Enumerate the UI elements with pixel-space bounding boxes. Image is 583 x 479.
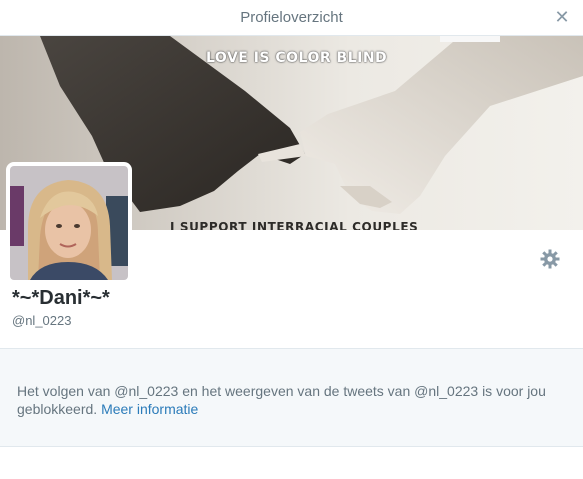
profile-display-name[interactable]: *~*Dani*~* (12, 287, 110, 310)
banner-caption: I SUPPORT INTERRACIAL COUPLES (170, 220, 419, 230)
close-icon[interactable]: ✕ (553, 6, 571, 28)
avatar[interactable] (6, 162, 132, 284)
dialog-header: Profieloverzicht ✕ (0, 0, 583, 36)
gear-icon[interactable] (540, 249, 560, 269)
blocked-message: Het volgen van @nl_0223 en het weergeven… (17, 383, 546, 417)
blocked-notice: Het volgen van @nl_0223 en het weergeven… (0, 348, 583, 447)
dialog-title: Profieloverzicht (240, 9, 343, 26)
profile-handle: @nl_0223 (12, 313, 72, 328)
banner-headline: LOVE IS COLOR BLIND (206, 50, 388, 66)
blocked-notice-text: Het volgen van @nl_0223 en het weergeven… (17, 382, 567, 418)
avatar-photo (10, 166, 128, 280)
more-info-link[interactable]: Meer informatie (101, 401, 198, 417)
